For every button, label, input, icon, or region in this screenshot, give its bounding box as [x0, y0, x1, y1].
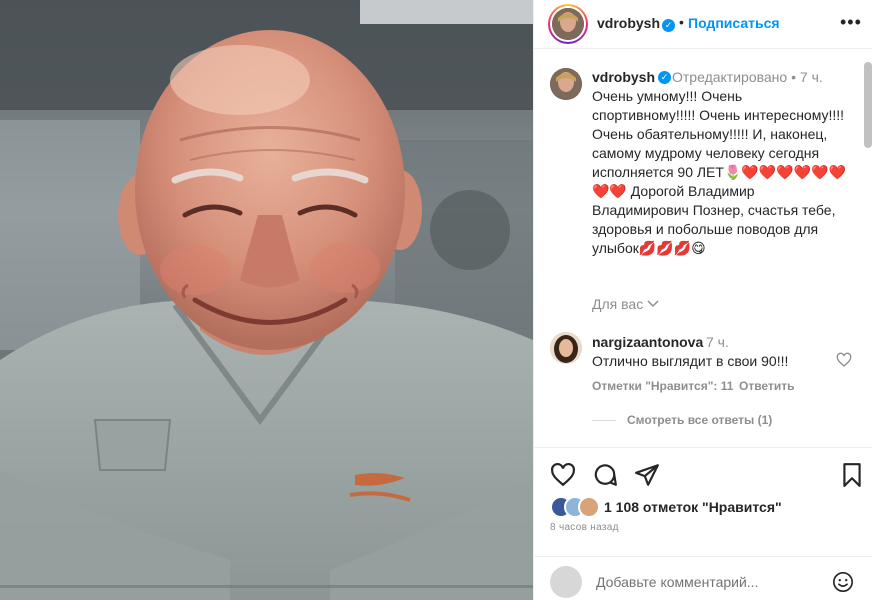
view-replies-button[interactable]: Смотреть все ответы (1): [627, 413, 772, 427]
comment-icon[interactable]: [592, 462, 618, 488]
more-options-icon[interactable]: •••: [840, 12, 862, 33]
add-comment-input[interactable]: [596, 567, 826, 597]
emoji-icon[interactable]: [832, 571, 854, 593]
post-side-panel: vdrobysh ✓ • Подписаться ••• vdrobysh ✓ О…: [533, 0, 872, 600]
caption-meta: Отредактировано • 7 ч.: [672, 69, 823, 85]
caption-avatar[interactable]: [550, 68, 582, 100]
caption-time[interactable]: 7 ч.: [800, 69, 823, 85]
caption-username[interactable]: vdrobysh: [592, 69, 655, 85]
verified-icon: ✓: [662, 19, 676, 32]
liker-avatar: [578, 496, 600, 518]
likes-count[interactable]: 1 108 отметок "Нравится": [604, 499, 782, 515]
like-icon[interactable]: [550, 462, 576, 488]
current-user-avatar: [550, 566, 582, 598]
post-actions: 1 108 отметок "Нравится" 8 часов назад: [534, 447, 872, 600]
translation-toggle[interactable]: Для вас: [592, 296, 659, 312]
save-icon[interactable]: [839, 462, 865, 488]
lips-emoji: 💋💋💋: [638, 240, 692, 256]
replies-divider: [592, 420, 616, 421]
author-avatar-image: [552, 8, 584, 40]
caption-text: Очень умному!!! Очень спортивному!!!!! О…: [592, 87, 847, 258]
share-icon[interactable]: [634, 462, 660, 488]
caption-edited-label: Отредактировано: [672, 69, 788, 85]
comment-like-icon[interactable]: [836, 352, 852, 368]
comment-text: Отлично выглядит в свои 90!!!: [592, 353, 789, 369]
caption-avatar-image: [550, 68, 582, 100]
comment-avatar[interactable]: [550, 332, 582, 364]
author-username-text[interactable]: vdrobysh: [597, 15, 660, 31]
likers-avatars[interactable]: [550, 496, 606, 518]
author-avatar[interactable]: [548, 4, 588, 44]
caption-separator: •: [791, 69, 796, 85]
comment-time[interactable]: 7 ч.: [706, 334, 729, 350]
comment-avatar-image: [550, 332, 582, 364]
post-header: vdrobysh ✓ • Подписаться •••: [534, 0, 872, 49]
comments-area[interactable]: vdrobysh ✓ Отредактировано • 7 ч. Очень …: [534, 50, 872, 446]
header-separator: •: [679, 14, 684, 30]
caption-text-part2: Дорогой Владимир Владимирович Познер, сч…: [592, 183, 836, 256]
comment-reply-button[interactable]: Ответить: [739, 379, 794, 393]
tulip-emoji: 🌷: [723, 164, 742, 180]
scrollbar-thumb[interactable]: [864, 62, 872, 148]
post-photo[interactable]: [0, 0, 533, 600]
follow-button[interactable]: Подписаться: [688, 15, 780, 31]
chevron-down-icon: [647, 300, 659, 308]
wink-emoji: 😋: [691, 240, 706, 256]
comment-username[interactable]: nargizaantonova: [592, 334, 703, 350]
post-time-ago[interactable]: 8 часов назад: [550, 522, 619, 533]
comment-likes-count[interactable]: Отметки "Нравится": 11: [592, 379, 733, 393]
post-photo-art: [0, 0, 533, 600]
caption-verified-icon: ✓: [658, 71, 671, 84]
author-username[interactable]: vdrobysh ✓: [597, 15, 676, 32]
add-comment-row: [534, 556, 872, 600]
translation-label[interactable]: Для вас: [592, 296, 643, 312]
